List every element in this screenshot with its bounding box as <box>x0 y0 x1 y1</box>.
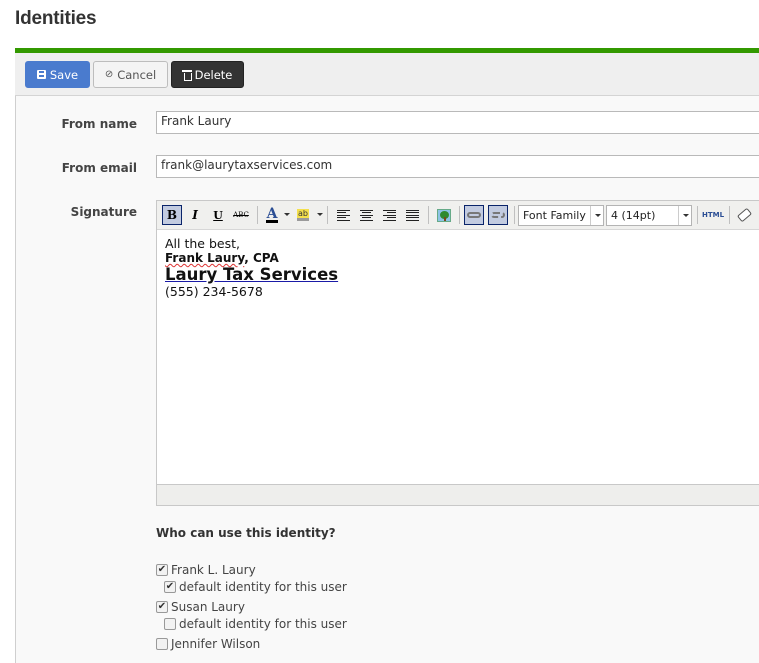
default-checkbox-frank[interactable]: ✔ <box>164 581 176 593</box>
font-size-value: 4 (14pt) <box>611 209 656 222</box>
default-label: default identity for this user <box>179 617 347 631</box>
user-checkbox-jennifer[interactable] <box>156 638 168 650</box>
user-name: Susan Laury <box>171 600 245 614</box>
editor-content[interactable]: All the best, Frank Laury, CPA Laury Tax… <box>157 230 759 485</box>
signature-phone: (555) 234-5678 <box>165 284 263 299</box>
toolbar-separator <box>428 206 429 224</box>
image-icon <box>437 208 451 222</box>
cancel-label: Cancel <box>117 67 157 82</box>
toolbar-separator <box>514 206 515 224</box>
signature-editor: B I U ABC A ab Font Family 4 (14pt) HTML… <box>156 200 759 506</box>
user-row-frank: ✔ Frank L. Laury <box>156 563 256 577</box>
underline-icon: U <box>213 208 223 222</box>
eraser-icon <box>736 207 752 223</box>
highlight-button[interactable]: ab <box>293 205 313 225</box>
toolbar-separator <box>697 206 698 224</box>
insert-image-button[interactable] <box>434 205 454 225</box>
align-center-icon <box>359 209 373 221</box>
editor-toolbar: B I U ABC A ab Font Family 4 (14pt) HTML <box>157 201 759 230</box>
link-icon <box>467 212 481 218</box>
ban-icon: ⊘ <box>104 69 114 80</box>
default-row-susan: default identity for this user <box>164 617 347 631</box>
align-left-icon <box>336 209 350 221</box>
signature-label: Signature <box>70 205 137 219</box>
bold-button[interactable]: B <box>162 205 182 225</box>
strikethrough-icon: ABC <box>233 211 249 219</box>
user-name: Frank L. Laury <box>171 563 256 577</box>
toolbar-separator <box>327 206 328 224</box>
signature-name-line: Frank Laury, CPA <box>165 251 757 266</box>
toolbar-separator <box>257 206 258 224</box>
action-toolbar: Save ⊘ Cancel Delete <box>15 53 759 96</box>
toolbar-separator <box>729 206 730 224</box>
font-size-select[interactable]: 4 (14pt) <box>606 205 692 226</box>
justify-icon <box>405 209 419 221</box>
user-checkbox-susan[interactable]: ✔ <box>156 601 168 613</box>
signature-name: Frank Laury <box>165 251 245 265</box>
font-color-button[interactable]: A <box>262 205 282 225</box>
unlink-icon <box>491 212 505 218</box>
chevron-down-icon <box>678 206 691 225</box>
trash-icon <box>181 69 192 81</box>
signature-company: Laury Tax Services <box>165 265 339 284</box>
justify-button[interactable] <box>402 205 422 225</box>
align-center-button[interactable] <box>356 205 376 225</box>
default-label: default identity for this user <box>179 580 347 594</box>
page-title: Identities <box>15 8 97 29</box>
default-checkbox-susan[interactable] <box>164 618 176 630</box>
bold-icon: B <box>166 208 178 222</box>
delete-button[interactable]: Delete <box>171 61 244 88</box>
from-email-label: From email <box>61 161 137 175</box>
italic-icon: I <box>192 208 198 222</box>
user-name: Jennifer Wilson <box>171 637 261 651</box>
unlink-button[interactable] <box>488 205 508 225</box>
font-color-dropdown-icon[interactable] <box>284 213 290 216</box>
html-icon: HTML <box>701 211 725 219</box>
align-right-icon <box>382 209 396 221</box>
font-family-value: Font Family <box>523 209 586 222</box>
from-name-input[interactable]: Frank Laury <box>156 111 759 134</box>
user-row-jennifer: Jennifer Wilson <box>156 637 260 651</box>
highlight-icon: ab <box>297 209 309 221</box>
user-checkbox-frank[interactable]: ✔ <box>156 564 168 576</box>
toolbar-separator <box>459 206 460 224</box>
italic-button[interactable]: I <box>185 205 205 225</box>
editor-status-bar <box>157 484 759 505</box>
signature-closing: All the best, <box>165 236 240 251</box>
underline-button[interactable]: U <box>208 205 228 225</box>
clear-formatting-button[interactable] <box>734 205 754 225</box>
floppy-icon <box>36 70 46 79</box>
align-right-button[interactable] <box>379 205 399 225</box>
default-row-frank: ✔ default identity for this user <box>164 580 347 594</box>
from-email-input[interactable]: frank@laurytaxservices.com <box>156 155 759 178</box>
cancel-button[interactable]: ⊘ Cancel <box>93 61 168 88</box>
strikethrough-button[interactable]: ABC <box>231 205 251 225</box>
save-label: Save <box>49 67 79 82</box>
html-source-button[interactable]: HTML <box>702 205 724 225</box>
save-button[interactable]: Save <box>25 61 90 88</box>
from-name-label: From name <box>61 117 137 131</box>
delete-label: Delete <box>194 67 233 82</box>
align-left-button[interactable] <box>333 205 353 225</box>
highlight-dropdown-icon[interactable] <box>317 213 323 216</box>
user-row-susan: ✔ Susan Laury <box>156 600 245 614</box>
who-can-use-title: Who can use this identity? <box>156 526 336 540</box>
signature-credential: , CPA <box>244 251 279 265</box>
font-color-icon: A <box>265 205 279 223</box>
insert-link-button[interactable] <box>464 205 484 225</box>
font-family-select[interactable]: Font Family <box>518 205 604 226</box>
chevron-down-icon <box>590 206 603 225</box>
